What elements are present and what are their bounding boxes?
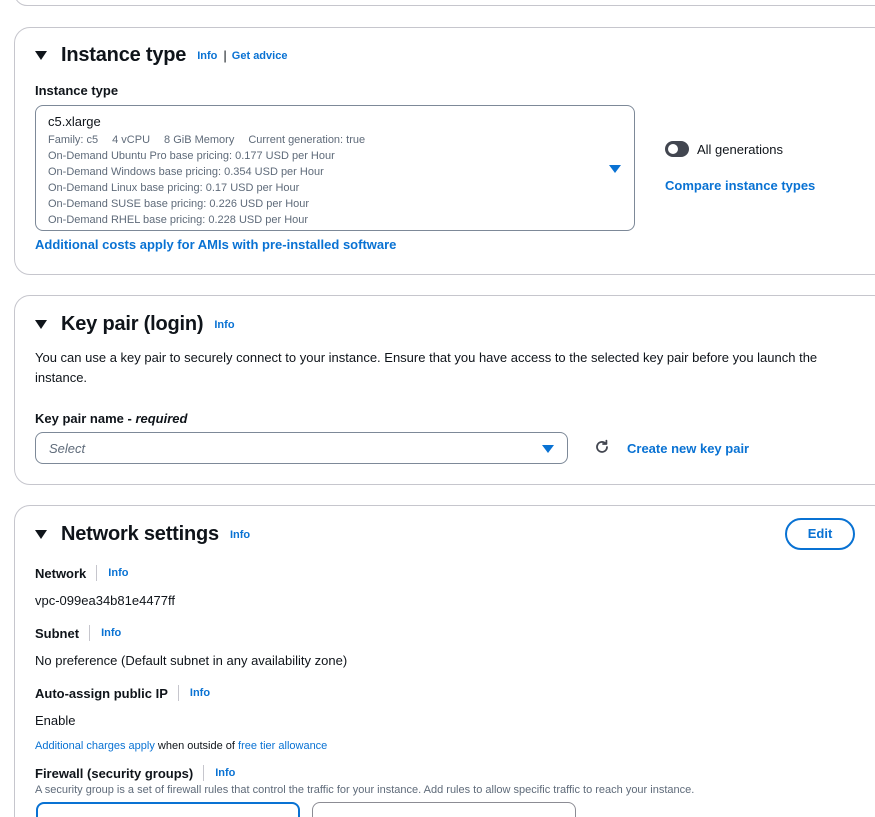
key-pair-name-label: Key pair name - required — [35, 411, 187, 426]
select-placeholder: Select — [49, 441, 86, 456]
create-key-pair-link[interactable]: Create new key pair — [627, 441, 749, 456]
info-link[interactable]: Info — [214, 319, 234, 331]
separator: | — [223, 48, 227, 63]
public-ip-value: Enable — [35, 713, 76, 728]
key-pair-header[interactable]: Key pair (login) Info — [35, 313, 235, 336]
charges-note: Additional charges apply when outside of… — [35, 740, 327, 752]
section-title: Instance type — [61, 44, 187, 66]
memory: 8 GiB Memory — [164, 134, 235, 146]
additional-costs-link[interactable]: Additional costs apply for AMIs with pre… — [35, 237, 396, 252]
security-group-option-existing[interactable] — [312, 802, 576, 817]
vcpu: 4 vCPU — [112, 134, 151, 146]
collapse-caret-icon[interactable] — [35, 320, 47, 329]
section-title: Key pair (login) — [61, 313, 204, 335]
security-group-option-create[interactable] — [36, 802, 300, 817]
collapse-caret-icon[interactable] — [35, 51, 47, 60]
label-text: Key pair name - — [35, 411, 136, 426]
key-pair-select[interactable]: Select — [35, 432, 568, 464]
info-link[interactable]: Info — [230, 529, 250, 541]
all-generations-label: All generations — [697, 142, 783, 157]
divider — [203, 765, 205, 781]
refresh-icon[interactable] — [594, 439, 610, 455]
label-text: Auto-assign public IP — [35, 685, 168, 701]
info-link[interactable]: Info — [215, 767, 235, 779]
label-text: Network — [35, 565, 87, 581]
firewall-label: Firewall (security groups) Info — [35, 765, 235, 781]
firewall-description: A security group is a set of firewall ru… — [35, 784, 695, 796]
additional-charges-link[interactable]: Additional charges apply — [35, 740, 155, 752]
pricing-line: On-Demand Ubuntu Pro base pricing: 0.177… — [48, 150, 335, 162]
info-link[interactable]: Info — [108, 567, 128, 579]
network-label: Network Info — [35, 565, 128, 581]
network-header[interactable]: Network settings Info — [35, 523, 250, 546]
key-pair-panel: Key pair (login) Info You can use a key … — [14, 295, 875, 485]
dropdown-caret-icon — [609, 165, 621, 173]
all-generations-toggle[interactable] — [665, 141, 689, 157]
pricing-line: On-Demand Linux base pricing: 0.17 USD p… — [48, 182, 300, 194]
instance-meta: Family: c5 4 vCPU 8 GiB Memory Current gene… — [48, 132, 622, 148]
free-tier-link[interactable]: free tier allowance — [238, 740, 327, 752]
public-ip-label: Auto-assign public IP Info — [35, 685, 210, 701]
instance-type-panel: Instance type Info | Get advice Instance… — [14, 27, 875, 275]
label-text: Subnet — [35, 625, 80, 641]
selected-instance: c5.xlarge — [48, 114, 101, 129]
instance-type-select[interactable]: c5.xlarge Family: c5 4 vCPU 8 GiB Memory Cu… — [35, 105, 635, 231]
subnet-value: No preference (Default subnet in any ava… — [35, 653, 348, 668]
required-text: required — [135, 411, 188, 426]
dropdown-caret-icon — [542, 445, 554, 453]
info-link[interactable]: Info — [197, 50, 217, 62]
network-settings-panel: Network settings Info Edit Network Info v… — [14, 505, 875, 817]
info-link[interactable]: Info — [190, 687, 210, 699]
section-title: Network settings — [61, 523, 219, 545]
instance-type-label: Instance type — [35, 83, 119, 98]
get-advice-link[interactable]: Get advice — [232, 50, 288, 62]
edit-button[interactable]: Edit — [785, 518, 855, 550]
charges-text: when outside of — [154, 740, 239, 752]
pricing-line: On-Demand SUSE base pricing: 0.226 USD p… — [48, 198, 310, 210]
pricing-line: On-Demand RHEL base pricing: 0.228 USD p… — [48, 214, 309, 226]
family: Family: c5 — [48, 134, 99, 146]
collapse-caret-icon[interactable] — [35, 530, 47, 539]
divider — [96, 565, 98, 581]
network-value: vpc-099ea34b81e4477ff — [35, 593, 175, 608]
subnet-label: Subnet Info — [35, 625, 121, 641]
previous-panel-edge — [14, 0, 875, 6]
divider — [177, 685, 179, 701]
generation: Current generation: true — [248, 134, 366, 146]
info-link[interactable]: Info — [101, 627, 121, 639]
label-text: Firewall (security groups) — [35, 765, 194, 781]
pricing-line: On-Demand Windows base pricing: 0.354 US… — [48, 166, 324, 178]
instance-type-header[interactable]: Instance type Info | Get advice — [35, 44, 287, 67]
compare-instance-types-link[interactable]: Compare instance types — [665, 178, 815, 193]
divider — [89, 625, 91, 641]
key-pair-description: You can use a key pair to securely conne… — [35, 350, 818, 385]
